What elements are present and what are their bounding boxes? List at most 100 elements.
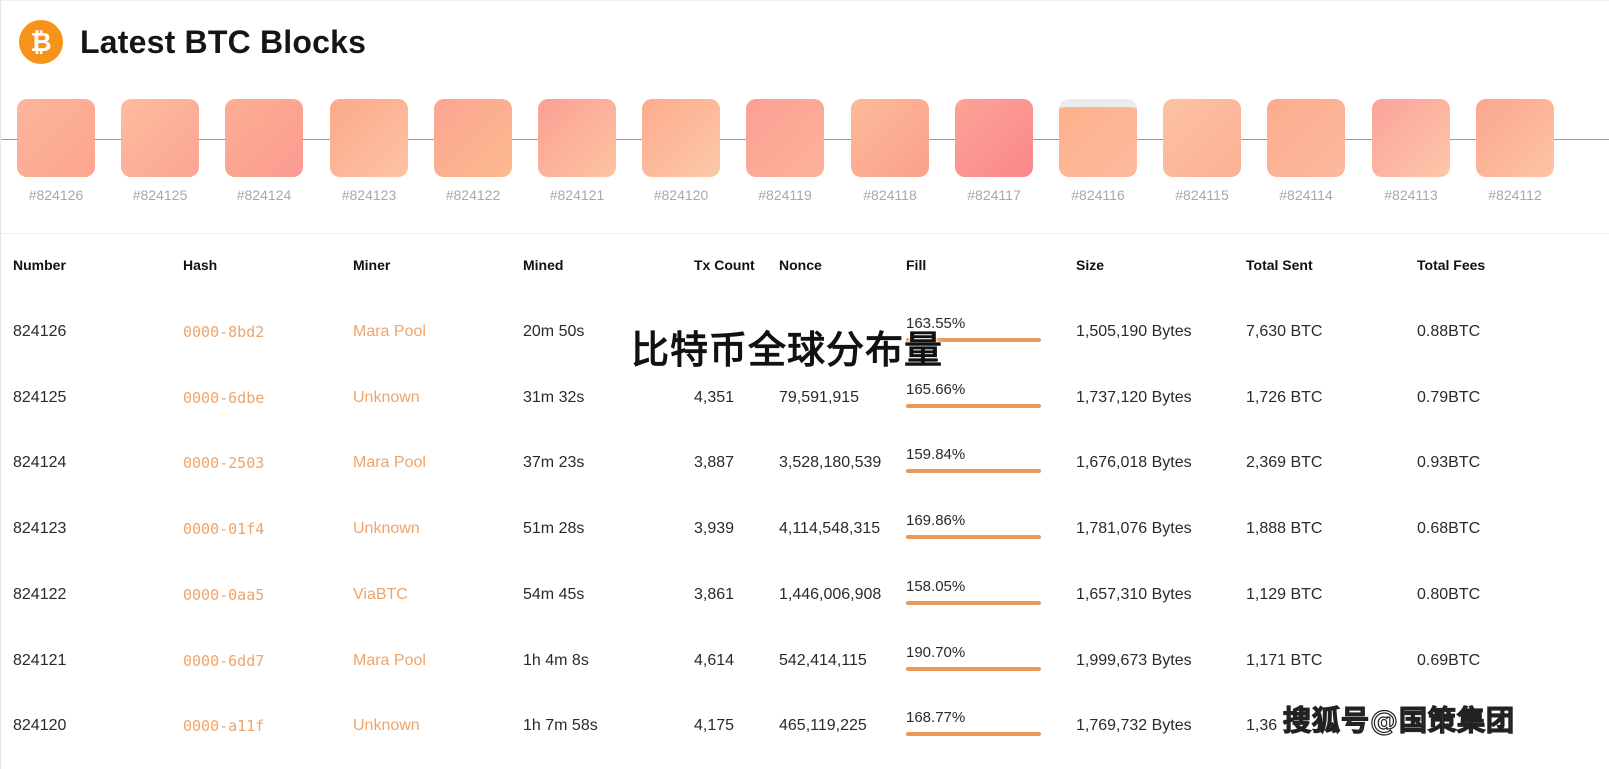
cell-number[interactable]: 824124 [13,452,66,474]
cell-miner[interactable]: Unknown [353,518,420,540]
block-tile[interactable] [851,99,929,177]
block-tile[interactable] [642,99,720,177]
cell-number[interactable]: 824125 [13,387,66,409]
block-label[interactable]: #824122 [421,187,525,203]
cell-hash[interactable]: 0000-2503 [183,452,264,474]
block-tile[interactable] [17,99,95,177]
table-header-col-miner: Miner [353,257,391,273]
cell-nonce: 3,528,180,539 [779,454,882,471]
block-label[interactable]: #824123 [317,187,421,203]
cell-size: 1,505,190 Bytes [1076,323,1192,340]
table-row[interactable]: 824122 0000-0aa5 ViaBTC 54m 45s 3,861 1,446,0… [1,578,1609,650]
cell-mined: 51m 28s [523,520,585,537]
cell-nonce: 4,114,548,315 [779,520,881,537]
block-tile[interactable] [955,99,1033,177]
fill-cell: 159.84% [906,446,1041,473]
block-label[interactable]: #824114 [1254,187,1358,203]
table-header-col-mined: Mined [523,257,564,273]
table-row[interactable]: 824124 0000-2503 Mara Pool 37m 23s 3,887 3,52… [1,446,1609,518]
cell-nonce: 465,119,225 [779,717,867,734]
block-tile[interactable] [225,99,303,177]
block-tile[interactable] [1267,99,1345,177]
bitcoin-logo-icon: ₿ [19,20,63,64]
fill-progress-bar-fill [906,732,1041,736]
block-label[interactable]: #824121 [525,187,629,203]
cell-total-sent: 1,888 BTC [1246,520,1323,537]
block-label[interactable]: #824113 [1359,187,1463,203]
block-tile[interactable] [121,99,199,177]
fill-progress-bar-fill [906,469,1041,473]
cell-total-fees: 0.88BTC [1417,323,1481,340]
cell-hash[interactable]: 0000-8bd2 [183,321,264,343]
table-header-col-size: Size [1076,257,1105,273]
block-tile[interactable] [1059,99,1137,177]
cell-number[interactable]: 824122 [13,584,66,606]
block-tile[interactable] [1372,99,1450,177]
block-label[interactable]: #824117 [942,187,1046,203]
cell-hash[interactable]: 0000-a11f [183,715,264,737]
block-label[interactable]: #824118 [838,187,942,203]
cell-hash[interactable]: 0000-6dbe [183,387,264,409]
block-label[interactable]: #824120 [629,187,733,203]
btc-blocks-page: ₿ Latest BTC Blocks #824126 #824125 #82412… [0,0,1609,769]
fill-progress-bar [906,601,1041,605]
cell-total-sent: 1,726 BTC [1246,389,1323,406]
cell-total-sent: 2,369 BTC [1246,454,1323,471]
fill-percent: 159.84% [906,446,966,463]
cell-hash[interactable]: 0000-01f4 [183,518,264,540]
cell-total-sent: 7,630 BTC [1246,323,1323,340]
fill-cell: 158.05% [906,578,1041,605]
fill-cell: 165.66% [906,381,1041,408]
cell-mined: 1h 7m 58s [523,717,598,734]
cell-miner[interactable]: ViaBTC [353,584,408,606]
cell-number[interactable]: 824120 [13,715,66,737]
cell-tx-count: 3,887 [694,454,735,471]
block-label[interactable]: #824125 [108,187,212,203]
block-label[interactable]: #824116 [1046,187,1150,203]
cell-miner[interactable]: Unknown [353,387,420,409]
block-label[interactable]: #824112 [1463,187,1567,203]
cell-mined: 37m 23s [523,454,585,471]
cell-mined: 31m 32s [523,389,585,406]
fill-percent: 190.70% [906,644,966,661]
cell-nonce: 79,591,915 [779,389,860,406]
block-tile[interactable] [330,99,408,177]
cell-size: 1,781,076 Bytes [1076,520,1192,537]
block-tile[interactable] [434,99,512,177]
cell-size: 1,737,120 Bytes [1076,389,1192,406]
fill-progress-bar [906,469,1041,473]
block-tile[interactable] [1476,99,1554,177]
table-row[interactable]: 824125 0000-6dbe Unknown 31m 32s 4,351 79,591… [1,381,1609,453]
watermark: 搜狐号@国策集团 [1282,703,1516,737]
cell-total-sent: 1,36 [1246,717,1278,734]
fill-progress-bar [906,667,1041,671]
blocks-strip: #824126 #824125 #824124 #824123 #824122 #8241… [1,99,1609,214]
cell-tx-count: 3,939 [694,520,735,537]
section-divider [1,233,1609,234]
block-tile[interactable] [1163,99,1241,177]
fill-cell: 190.70% [906,644,1041,671]
cell-hash[interactable]: 0000-6dd7 [183,650,264,672]
fill-progress-bar-fill [906,404,1041,408]
table-header-col-total-sent: Total Sent [1246,257,1313,273]
cell-hash[interactable]: 0000-0aa5 [183,584,264,606]
table-row[interactable]: 824123 0000-01f4 Unknown 51m 28s 3,939 4,114,… [1,512,1609,584]
cell-miner[interactable]: Unknown [353,715,420,737]
cell-tx-count: 4,175 [694,717,735,734]
cell-number[interactable]: 824121 [13,650,66,672]
block-tile[interactable] [746,99,824,177]
cell-miner[interactable]: Mara Pool [353,321,426,343]
block-label[interactable]: #824119 [733,187,837,203]
block-label[interactable]: #824115 [1150,187,1254,203]
fill-cell: 168.77% [906,709,1041,736]
cell-miner[interactable]: Mara Pool [353,452,426,474]
block-tile[interactable] [538,99,616,177]
cell-size: 1,657,310 Bytes [1076,586,1192,603]
cell-tx-count: 3,861 [694,586,735,603]
cell-number[interactable]: 824123 [13,518,66,540]
cell-number[interactable]: 824126 [13,321,66,343]
block-label[interactable]: #824126 [4,187,108,203]
cell-miner[interactable]: Mara Pool [353,650,426,672]
fill-progress-bar [906,535,1041,539]
block-label[interactable]: #824124 [212,187,316,203]
